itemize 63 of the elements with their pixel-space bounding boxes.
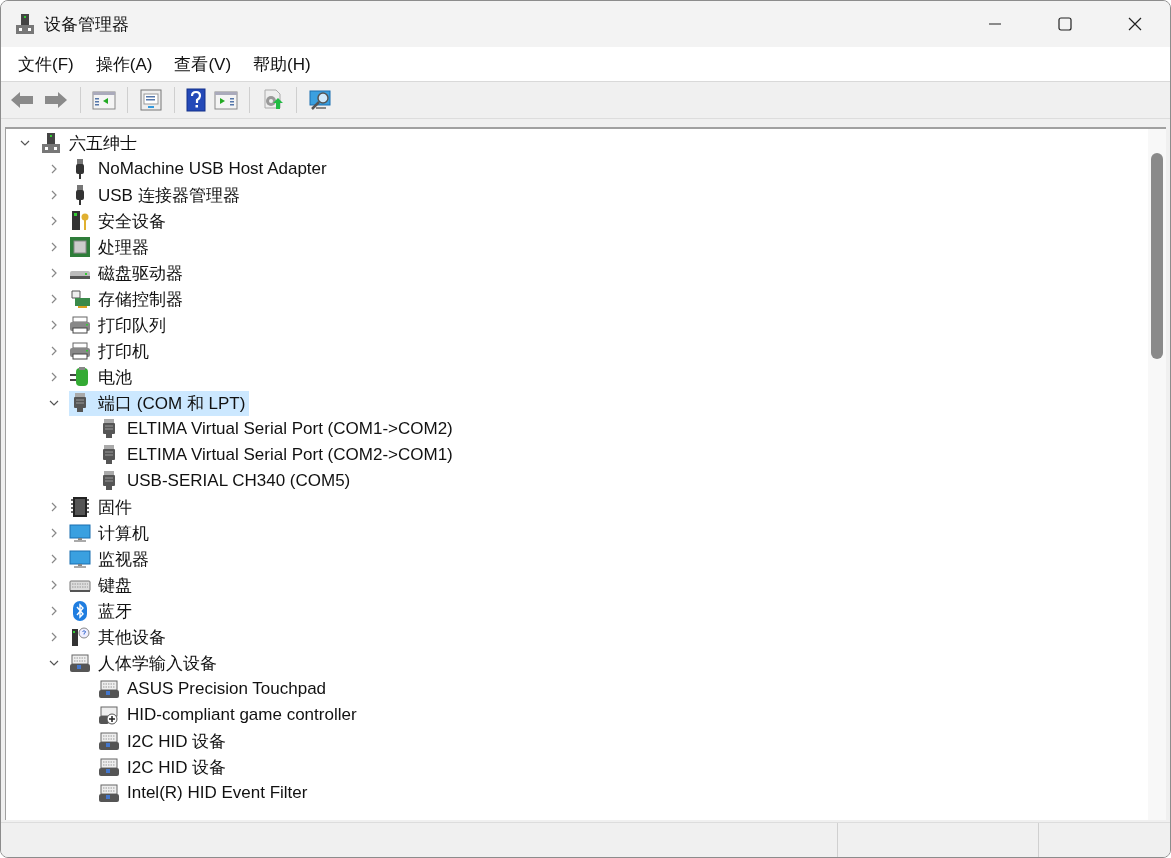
keyboard-mouse-icon	[69, 652, 91, 674]
computer-icon	[40, 132, 62, 154]
app-icon	[15, 13, 35, 35]
window-title: 设备管理器	[44, 13, 129, 36]
tree-item[interactable]: 电池	[69, 364, 136, 390]
tree-item[interactable]: 打印队列	[69, 312, 170, 338]
controller-card-icon	[69, 288, 91, 310]
tree-item[interactable]: 人体学输入设备	[69, 650, 221, 676]
pane-right-icon	[214, 90, 238, 110]
menu-item[interactable]: 查看(V)	[163, 49, 243, 79]
memory-chip-icon	[69, 496, 91, 518]
tree-item[interactable]: 计算机	[69, 520, 153, 546]
menu-item[interactable]: 操作(A)	[84, 49, 164, 79]
game-controller-icon	[98, 704, 120, 726]
menu-item[interactable]: 文件(F)	[7, 49, 85, 79]
chip-icon	[69, 236, 91, 258]
tree-item[interactable]: Intel(R) HID Event Filter	[98, 780, 312, 806]
monitor-icon	[69, 548, 91, 570]
tower-key-icon	[69, 210, 91, 232]
maximize-icon	[1058, 17, 1072, 31]
monitor-icon	[69, 522, 91, 544]
keyboard-mouse-icon	[98, 730, 120, 752]
left-arrow-icon	[9, 90, 35, 110]
tree-item[interactable]: USB 连接器管理器	[69, 182, 244, 208]
tree-item[interactable]: 蓝牙	[69, 598, 136, 624]
drive-icon	[69, 270, 91, 280]
tree-item[interactable]: 监视器	[69, 546, 153, 572]
tree-item[interactable]: NoMachine USB Host Adapter	[69, 156, 331, 182]
right-arrow-icon	[43, 90, 69, 110]
tree-item[interactable]: ASUS Precision Touchpad	[98, 676, 331, 702]
tree-item[interactable]: ELTIMA Virtual Serial Port (COM2->COM1)	[98, 442, 457, 468]
tree-item[interactable]: 键盘	[69, 572, 136, 598]
tree-item[interactable]: 存储控制器	[69, 286, 187, 312]
monitor-magnifier-icon	[308, 89, 334, 111]
tree-item[interactable]: 六五绅士	[40, 130, 141, 156]
properties-icon	[139, 89, 163, 111]
help-button[interactable]	[183, 85, 209, 115]
tree-item[interactable]: 处理器	[69, 234, 153, 260]
help-icon	[186, 88, 206, 112]
printer-icon	[69, 340, 91, 362]
tree-item[interactable]: ELTIMA Virtual Serial Port (COM1->COM2)	[98, 416, 457, 442]
tree-item[interactable]: USB-SERIAL CH340 (COM5)	[98, 468, 355, 494]
menu-item[interactable]: 帮助(H)	[242, 49, 322, 79]
unknown-device-icon	[69, 626, 91, 648]
close-icon	[1128, 17, 1142, 31]
battery-plug-icon	[69, 366, 91, 388]
keyboard-mouse-icon	[98, 678, 120, 700]
keyboard-mouse-icon	[98, 756, 120, 778]
tree-item[interactable]: 端口 (COM 和 LPT)	[69, 390, 250, 416]
tree-item[interactable]: I2C HID 设备	[98, 754, 231, 780]
tree-item[interactable]: 其他设备	[69, 624, 170, 650]
printer-icon	[69, 314, 91, 336]
tree-item[interactable]: 磁盘驱动器	[69, 260, 187, 286]
pane-left-icon	[92, 90, 116, 110]
tree-item[interactable]: HID-compliant game controller	[98, 702, 361, 728]
scrollbar[interactable]	[1148, 129, 1166, 820]
tree-item[interactable]: 固件	[69, 494, 136, 520]
scrollbar-thumb[interactable]	[1151, 153, 1163, 359]
tree-item[interactable]: I2C HID 设备	[98, 728, 231, 754]
tree-item[interactable]: 打印机	[69, 338, 153, 364]
keyboard-mouse-icon	[98, 782, 120, 804]
gear-upload-icon	[261, 88, 285, 112]
tree-item[interactable]: 安全设备	[69, 208, 170, 234]
